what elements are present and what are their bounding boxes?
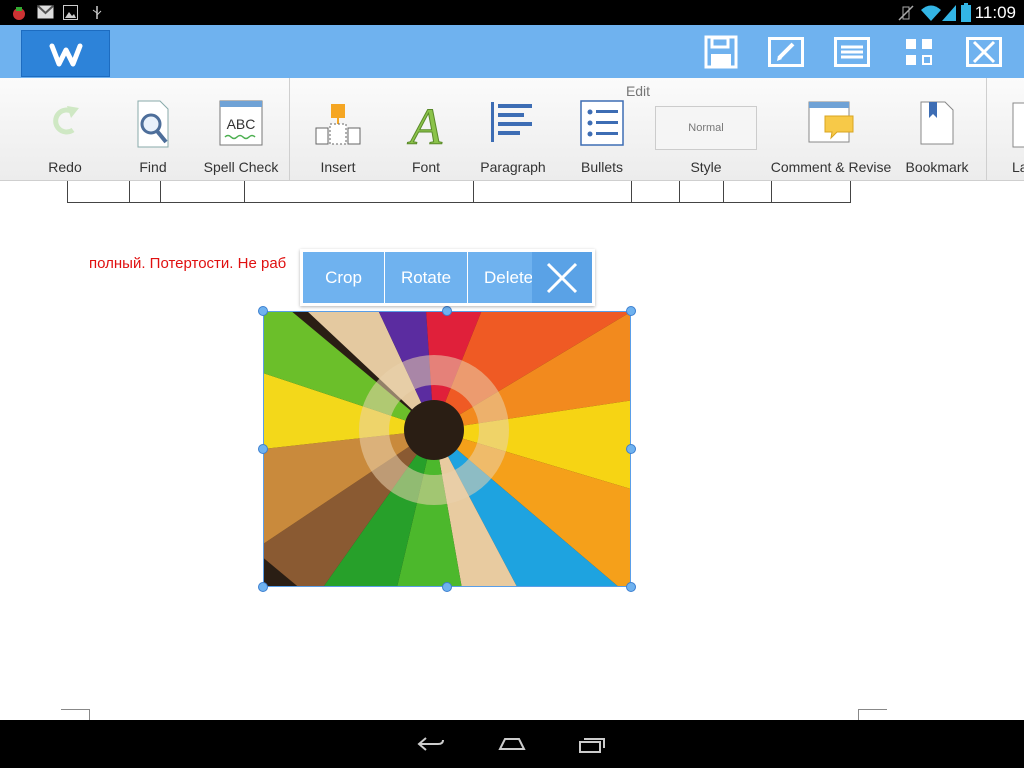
resize-handle-right[interactable] — [626, 444, 636, 454]
find-icon — [137, 100, 169, 148]
status-bar: 11:09 — [0, 0, 1024, 25]
table-column-line — [631, 181, 632, 203]
resize-handle-top-right[interactable] — [626, 306, 636, 316]
resize-handle-bottom[interactable] — [442, 582, 452, 592]
back-icon[interactable] — [416, 734, 446, 754]
app-notification-icon — [13, 7, 25, 20]
style-button[interactable]: Normal Style — [654, 78, 758, 180]
close-button[interactable] — [966, 35, 1002, 69]
resize-handle-top[interactable] — [442, 306, 452, 316]
bookmark-button[interactable]: Bookmark — [902, 78, 972, 180]
paragraph-icon — [491, 102, 532, 142]
table-column-line — [850, 181, 851, 203]
find-label: Find — [139, 159, 167, 175]
table-column-line — [244, 181, 245, 203]
svg-text:ABC: ABC — [227, 116, 256, 132]
spell-check-label: Spell Check — [203, 159, 279, 175]
ribbon-divider — [289, 78, 290, 180]
close-menu-button[interactable] — [532, 252, 592, 303]
resize-handle-top-left[interactable] — [258, 306, 268, 316]
document-text[interactable]: полный. Потертости. Не раб — [89, 255, 286, 272]
redo-label: Redo — [48, 159, 82, 175]
navigation-bar — [0, 720, 1024, 768]
bullets-icon — [580, 100, 624, 146]
document-table — [67, 181, 851, 203]
insert-button[interactable]: Insert — [303, 78, 373, 180]
layout-icon — [1012, 102, 1024, 148]
table-column-line — [473, 181, 474, 203]
insert-label: Insert — [320, 159, 356, 175]
layout-label: La — [1012, 159, 1024, 175]
vibrate-mute-icon — [898, 5, 914, 21]
grid-icon — [906, 39, 932, 65]
close-icon — [966, 37, 1002, 67]
save-icon — [704, 35, 738, 69]
table-column-line — [129, 181, 130, 203]
font-label: Font — [411, 159, 440, 175]
battery-icon — [961, 3, 971, 22]
grid-button[interactable] — [901, 35, 937, 69]
usb-icon — [92, 6, 102, 19]
gmail-icon — [37, 5, 54, 19]
resize-handle-left[interactable] — [258, 444, 268, 454]
insert-icon — [315, 104, 361, 145]
resize-handle-bottom-right[interactable] — [626, 582, 636, 592]
list-icon — [834, 37, 870, 67]
comment-revise-label: Comment & Revise — [770, 159, 892, 175]
redo-icon — [53, 106, 79, 135]
rotate-button[interactable]: Rotate — [385, 252, 467, 303]
clock: 11:09 — [974, 3, 1016, 22]
redo-button[interactable]: Redo — [27, 78, 103, 180]
ribbon-divider — [986, 78, 987, 180]
bookmark-label: Bookmark — [905, 159, 969, 175]
close-icon — [546, 262, 578, 293]
paragraph-button[interactable]: Paragraph — [474, 78, 552, 180]
table-column-line — [679, 181, 680, 203]
svg-text:A: A — [407, 100, 442, 148]
recent-apps-icon[interactable] — [577, 734, 607, 754]
find-button[interactable]: Find — [118, 78, 188, 180]
selected-image[interactable] — [263, 311, 631, 587]
bullets-label: Bullets — [580, 159, 624, 175]
gallery-icon — [63, 5, 78, 20]
colored-pencils-image — [264, 312, 630, 586]
home-icon[interactable] — [497, 734, 527, 754]
spell-check-icon: ABC — [219, 100, 263, 146]
edit-button[interactable] — [768, 35, 804, 69]
app-bar — [0, 25, 1024, 78]
style-label: Style — [690, 159, 722, 175]
table-column-line — [160, 181, 161, 203]
table-column-line — [771, 181, 772, 203]
crop-button[interactable]: Crop — [303, 252, 384, 303]
resize-handle-bottom-left[interactable] — [258, 582, 268, 592]
image-context-menu: Crop Rotate Delete — [300, 249, 595, 306]
style-icon: Normal — [655, 106, 757, 150]
wps-logo-icon — [49, 43, 82, 66]
signal-icon — [942, 5, 956, 21]
comment-revise-button[interactable]: Comment & Revise — [770, 78, 892, 180]
edit-icon — [768, 37, 804, 67]
font-button[interactable]: A Font — [391, 78, 461, 180]
app-logo-button[interactable] — [21, 30, 110, 77]
bullets-button[interactable]: Bullets — [567, 78, 637, 180]
layout-button[interactable]: La — [1004, 78, 1024, 180]
spell-check-button[interactable]: ABC Spell Check — [200, 78, 282, 180]
bookmark-icon — [920, 101, 954, 145]
delete-button[interactable]: Delete — [468, 252, 532, 303]
paragraph-label: Paragraph — [480, 159, 546, 175]
wifi-icon — [921, 5, 941, 21]
font-icon: A — [407, 100, 443, 148]
ribbon-toolbar: Edit Redo Find ABC Spell Check Insert A … — [0, 78, 1024, 181]
save-button[interactable] — [703, 35, 739, 69]
table-column-line — [723, 181, 724, 203]
list-button[interactable] — [834, 35, 870, 69]
comment-icon — [808, 101, 854, 143]
